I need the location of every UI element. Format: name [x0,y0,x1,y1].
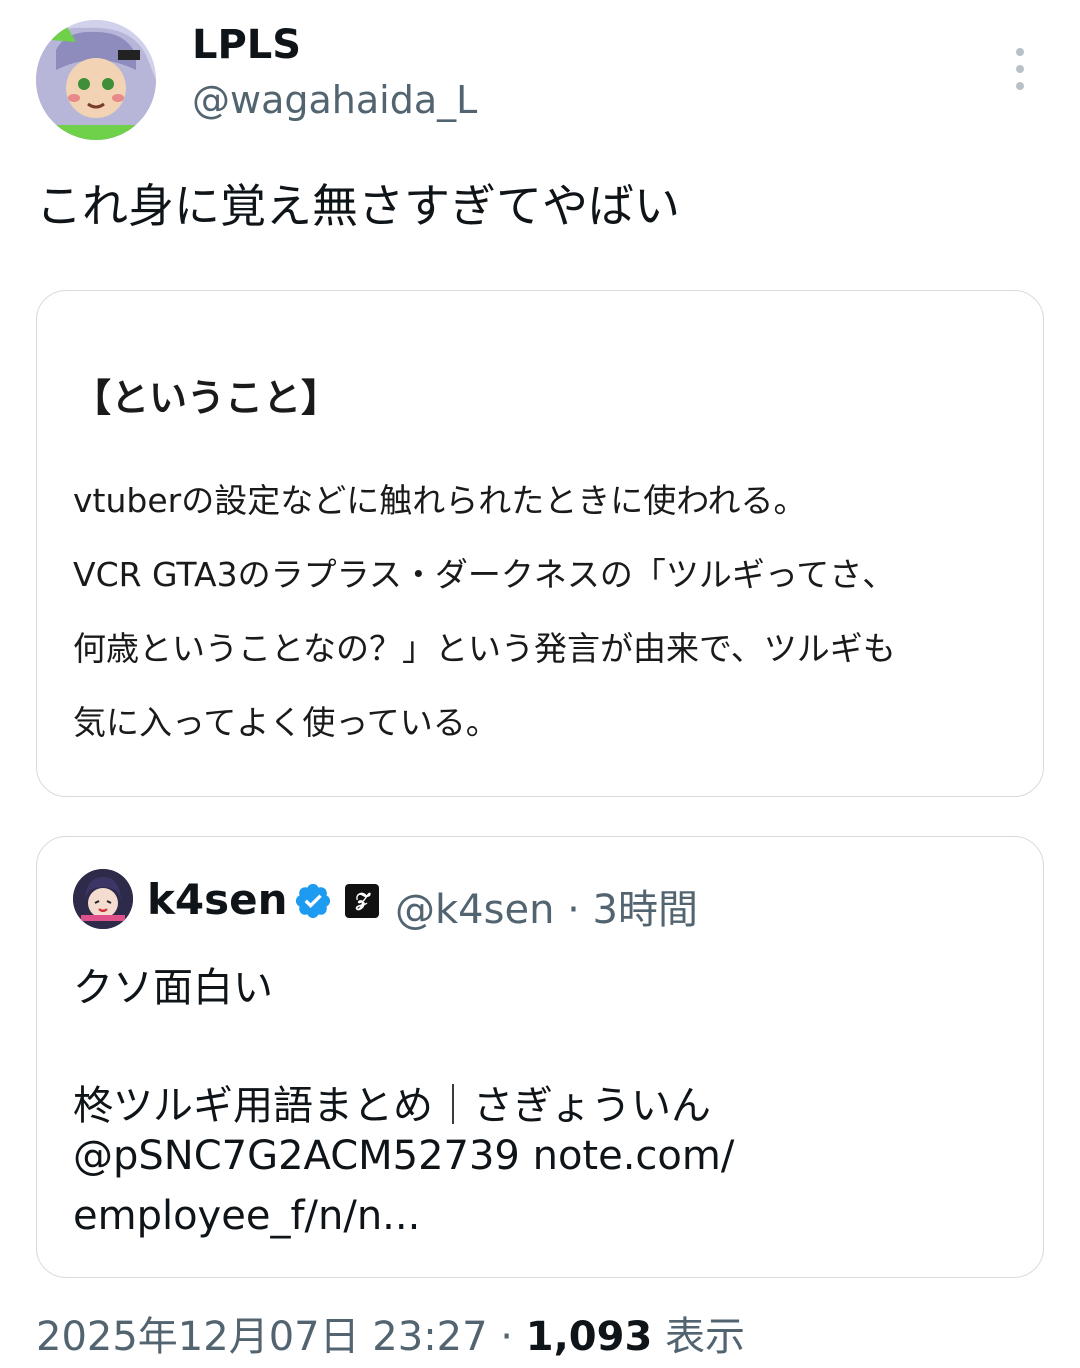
more-options-icon[interactable] [1004,44,1036,94]
tweet-text: これ身に覚え無さすぎてやばい [36,179,680,233]
views-count: 1,093 [525,1314,653,1360]
quoted-tweet[interactable]: k4sen 𝓩 @k4sen · 3時間 クソ面白い 柊ツルギ用語まとめ｜さぎょ… [36,836,1044,1278]
image-text-line: vtuberの設定などに触れられたときに使われる。 [73,481,807,520]
image-heading: 【ということ】 [73,376,340,420]
avatar-illustration [36,20,156,140]
image-text-line: 何歳ということなの？」という発言が由来で、ツルギも [73,629,896,668]
quoted-handle-time: @k4sen · 3時間 [395,887,699,933]
tweet-timestamp[interactable]: 2025年12月07日 23:27 [36,1314,488,1360]
views-label: 表示 [652,1314,745,1360]
author-handle[interactable]: @wagahaida_L [192,78,477,122]
quoted-avatar-illustration [73,869,133,929]
meta-separator: · [487,1314,526,1360]
quoted-text-line: 柊ツルギ用語まとめ｜さぎょういん [73,1083,711,1129]
image-text-line: VCR GTA3のラプラス・ダークネスの「ツルギってさ、 [73,555,896,594]
tweet-meta: 2025年12月07日 23:27 · 1,093 表示 [36,1304,745,1362]
image-text-line: 気に入ってよく使っている。 [73,703,499,742]
quoted-link-line[interactable]: employee_f/n/n... [73,1193,420,1239]
author-display-name[interactable]: LPLS [192,22,301,68]
affiliate-badge-icon: 𝓩 [345,884,379,918]
quoted-author-name[interactable]: k4sen [147,875,288,924]
author-avatar[interactable] [36,20,156,140]
attached-image[interactable]: 【ということ】 vtuberの設定などに触れられたときに使われる。 VCR GT… [36,290,1044,797]
verified-badge-icon [295,883,331,919]
quoted-text-line: クソ面白い [73,965,273,1011]
quoted-author-avatar[interactable] [73,869,133,929]
quoted-link-line[interactable]: @pSNC7G2ACM52739 note.com/ [73,1133,734,1179]
